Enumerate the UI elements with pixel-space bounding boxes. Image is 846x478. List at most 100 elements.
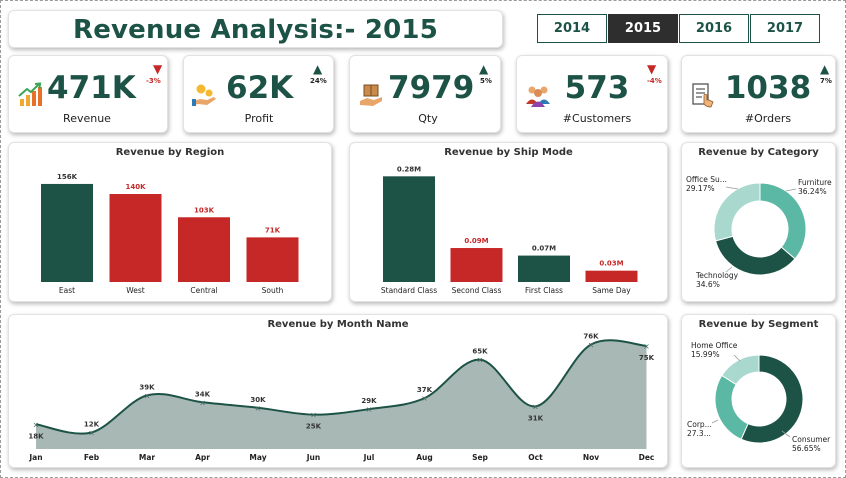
month-label: Sep xyxy=(472,453,488,462)
segment-chart-card: Revenue by Segment Consumer 56.65% Corp...… xyxy=(681,314,836,468)
year-button-2014[interactable]: 2014 xyxy=(537,14,607,43)
kpi-value: 62K xyxy=(226,70,294,106)
down-arrow-icon: ▼ xyxy=(153,62,163,76)
data-label: 12K xyxy=(84,421,100,429)
segment-donut-chart: Consumer56.65% Corp...27.3... Home Office1… xyxy=(687,341,831,453)
down-arrow-icon: ▼ xyxy=(647,62,657,76)
money-hand-icon xyxy=(192,84,216,106)
region-chart-card: Revenue by Region 156K East 140K West 103K Ce… xyxy=(8,142,332,302)
kpi-label: Profit xyxy=(244,112,274,125)
data-label: 37K xyxy=(417,386,433,394)
slice-name: Corp... xyxy=(687,420,712,429)
category-label: Central xyxy=(190,286,217,295)
data-label: 76K xyxy=(583,333,599,341)
kpi-value: 573 xyxy=(564,70,630,106)
data-label: 30K xyxy=(250,396,266,404)
category-label: West xyxy=(126,286,144,295)
slice-value: 27.3... xyxy=(687,429,711,438)
donut-slice xyxy=(714,235,796,276)
year-button-2016[interactable]: 2016 xyxy=(679,14,749,43)
month-label: Mar xyxy=(139,453,156,462)
month-label: Jul xyxy=(363,453,375,462)
kpi-card-profit: 62K Profit ▲ 24% xyxy=(183,55,334,133)
slice-value: 29.17% xyxy=(686,184,715,193)
month-label: Apr xyxy=(195,453,210,462)
data-point: × xyxy=(588,341,595,350)
data-point: × xyxy=(255,404,262,413)
category-label: Same Day xyxy=(592,286,631,295)
kpi-label: #Orders xyxy=(744,112,792,125)
title-card: Revenue Analysis:- 2015 xyxy=(8,10,503,48)
data-point: × xyxy=(477,356,484,365)
data-point: × xyxy=(199,398,206,407)
category-chart-card: Revenue by Category Furniture 36.24% Techn… xyxy=(681,142,836,302)
kpi-change: -3% xyxy=(146,77,161,85)
order-list-icon xyxy=(692,83,714,108)
leader-line xyxy=(733,354,741,362)
box-hand-icon xyxy=(360,84,382,106)
category-label: Standard Class xyxy=(381,286,437,295)
month-label: Aug xyxy=(416,453,433,462)
kpi-card-customers: 573 #Customers ▼ -4% xyxy=(516,55,668,133)
month-label: Jun xyxy=(306,453,320,462)
region-bar-chart: 156K East 140K West 103K Central 71K South xyxy=(41,173,299,295)
shipmode-bar-chart: 0.28M Standard Class 0.09M Second Class 0.07… xyxy=(381,165,638,295)
data-point: × xyxy=(421,394,428,403)
data-label: 156K xyxy=(57,173,78,181)
data-label: 103K xyxy=(194,206,215,214)
growth-chart-icon xyxy=(18,82,42,106)
month-label: Jan xyxy=(28,453,42,462)
kpi-change: 5% xyxy=(480,77,492,85)
bar xyxy=(585,270,638,282)
up-arrow-icon: ▲ xyxy=(313,62,323,76)
bar xyxy=(246,237,299,282)
year-button-2015[interactable]: 2015 xyxy=(608,14,678,43)
bar xyxy=(178,217,230,282)
data-label: 0.28M xyxy=(397,165,421,173)
data-label: 0.03M xyxy=(599,260,623,268)
category-label: East xyxy=(59,286,75,295)
month-label: Nov xyxy=(583,453,599,462)
data-label: 25K xyxy=(306,423,322,431)
kpi-change: 7% xyxy=(820,77,832,85)
category-label: Second Class xyxy=(452,286,502,295)
slice-name: Office Su... xyxy=(686,175,727,184)
leader-line xyxy=(725,186,739,190)
data-label: 31K xyxy=(528,414,544,422)
page-title: Revenue Analysis:- 2015 xyxy=(72,15,439,45)
data-point: × xyxy=(310,411,317,420)
data-point: × xyxy=(366,405,373,414)
up-arrow-icon: ▲ xyxy=(820,62,830,76)
bar xyxy=(109,194,162,282)
year-button-2017[interactable]: 2017 xyxy=(750,14,820,43)
slice-name: Consumer xyxy=(792,435,831,444)
data-point: × xyxy=(88,429,95,438)
data-label: 34K xyxy=(195,390,211,398)
month-label: Dec xyxy=(639,453,655,462)
data-label: 29K xyxy=(361,397,377,405)
data-point: × xyxy=(144,391,151,400)
data-label: 71K xyxy=(265,226,281,234)
kpi-label: Revenue xyxy=(63,112,111,125)
kpi-label: Qty xyxy=(418,112,438,125)
category-label: South xyxy=(262,286,284,295)
slice-value: 36.24% xyxy=(798,187,827,196)
kpi-card-revenue: 471K Revenue ▼ -3% xyxy=(8,55,168,133)
data-label: 39K xyxy=(139,383,155,391)
data-label: 0.07M xyxy=(532,245,556,253)
donut-slice xyxy=(713,182,761,242)
kpi-value: 1038 xyxy=(724,70,812,106)
month-label: May xyxy=(249,453,266,462)
kpi-label: #Customers xyxy=(562,112,632,125)
data-label: 65K xyxy=(472,348,488,356)
data-label: 140K xyxy=(125,183,146,191)
donut-slice xyxy=(714,374,749,440)
kpi-change: 24% xyxy=(310,77,327,85)
leader-line xyxy=(785,188,797,192)
slice-name: Furniture xyxy=(798,178,832,187)
category-label: First Class xyxy=(525,286,563,295)
month-label: Oct xyxy=(528,453,543,462)
kpi-value: 471K xyxy=(47,70,136,106)
slice-value: 15.99% xyxy=(691,350,720,359)
bar xyxy=(41,183,93,282)
